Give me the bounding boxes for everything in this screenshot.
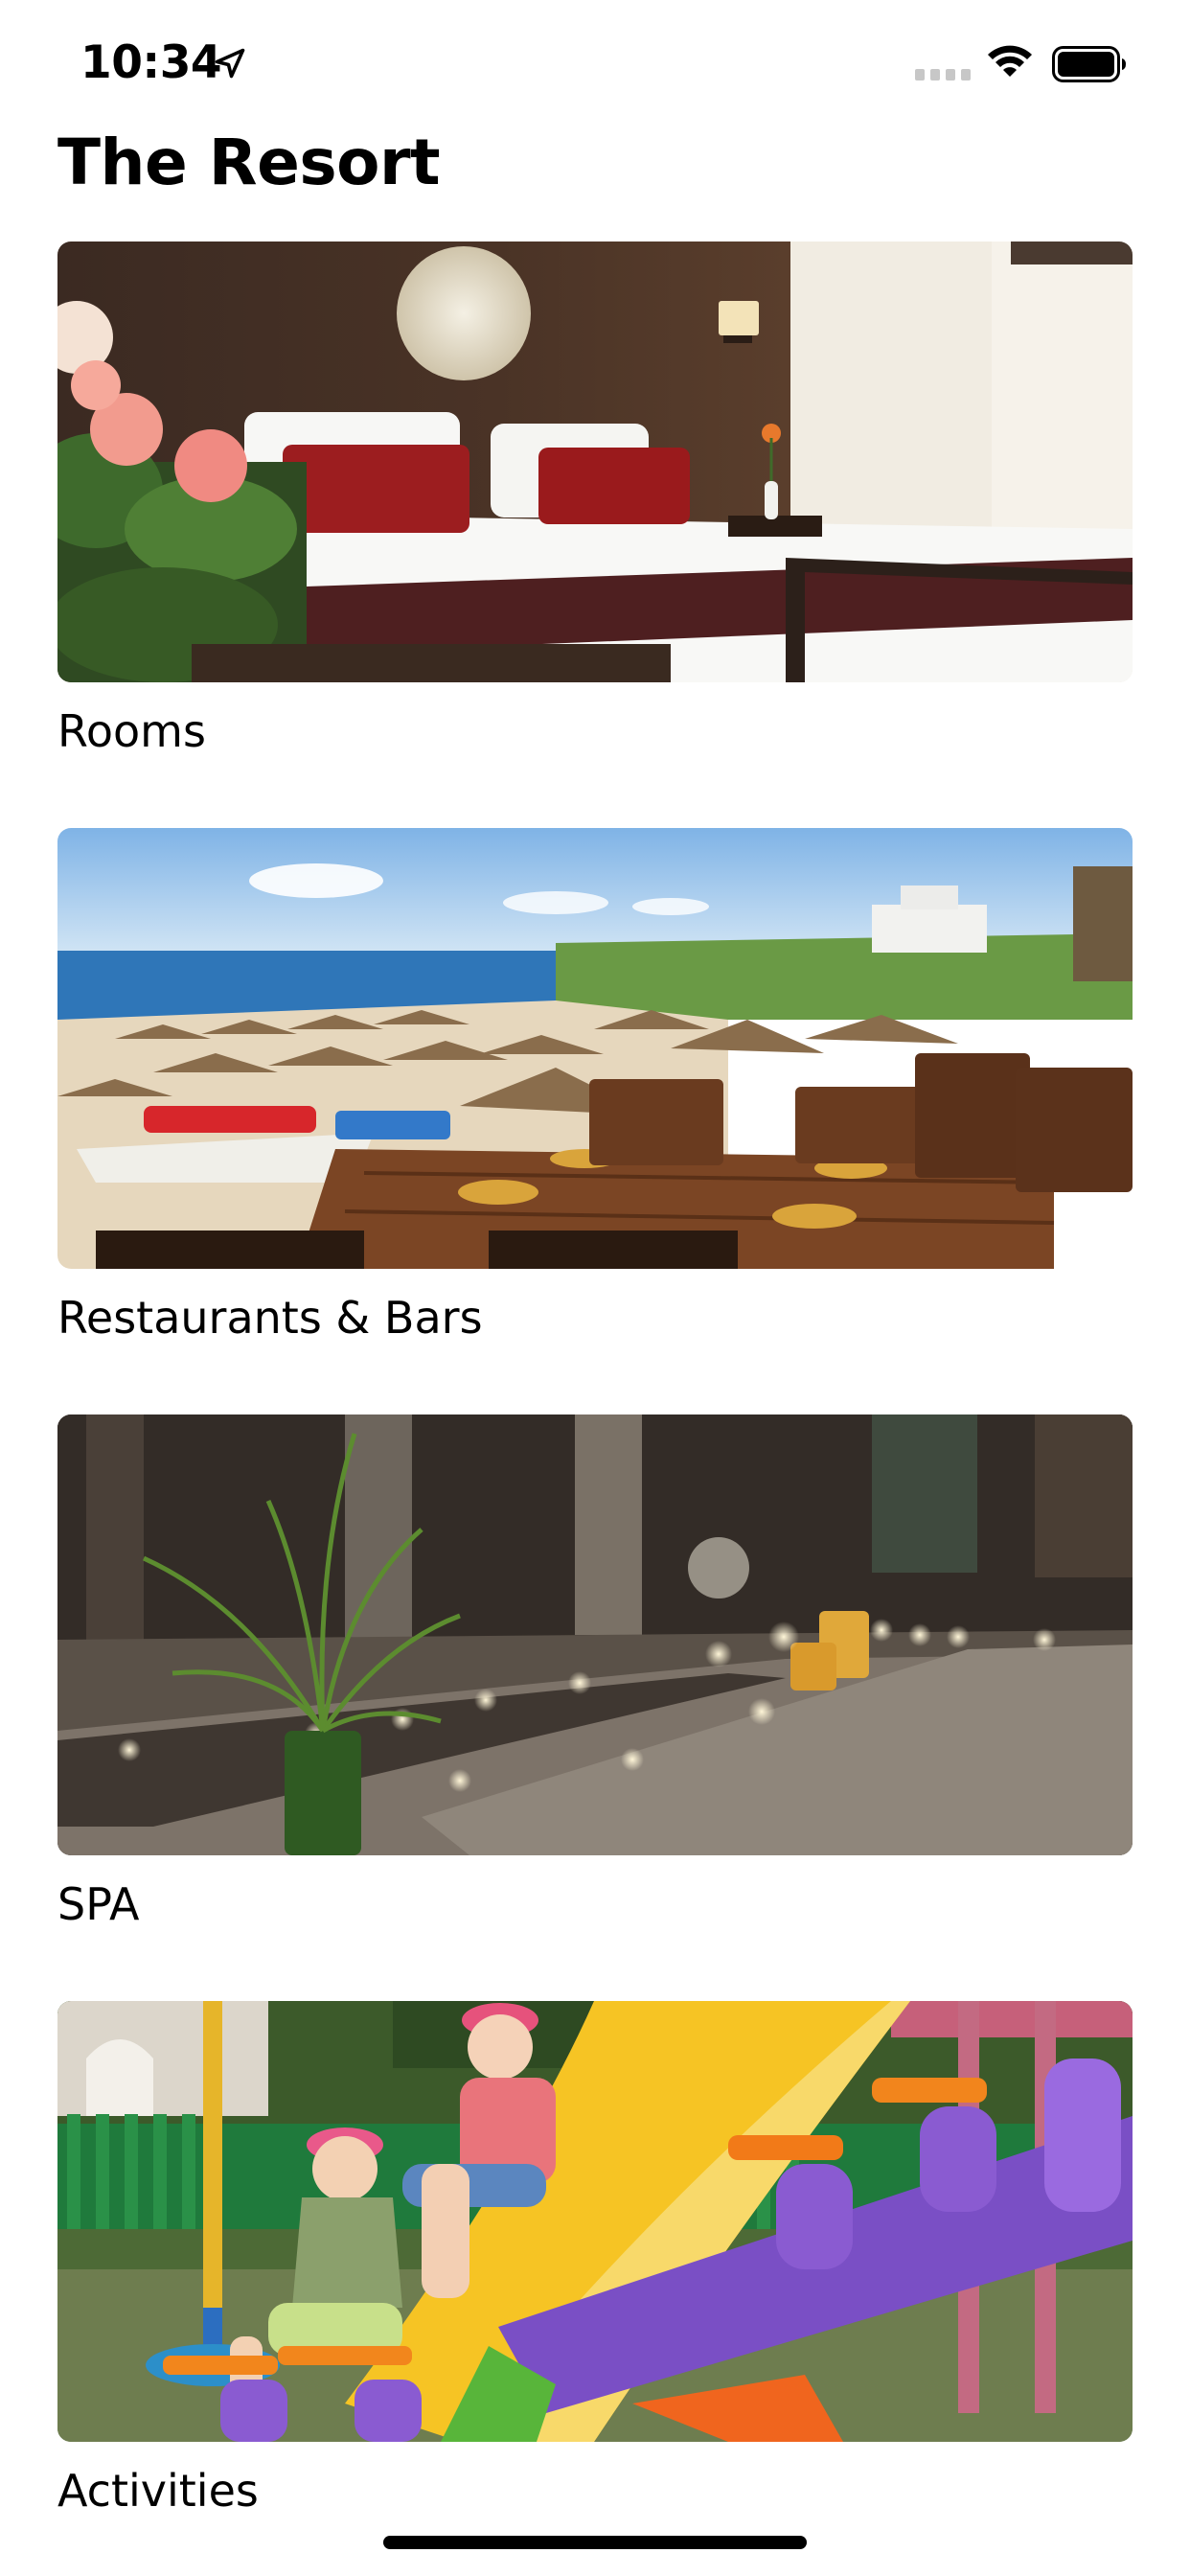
card-activities[interactable]: Activities xyxy=(57,2001,1133,2518)
restaurants-image[interactable] xyxy=(57,828,1133,1269)
spa-image[interactable] xyxy=(57,1414,1133,1855)
activities-image[interactable] xyxy=(57,2001,1133,2442)
cellular-signal-icon xyxy=(915,69,971,80)
card-rooms[interactable]: Rooms xyxy=(57,242,1133,759)
status-time: 10:34 xyxy=(80,36,222,89)
page-title: The Resort xyxy=(57,126,441,199)
battery-icon xyxy=(1052,46,1126,82)
card-label: Activities xyxy=(57,2465,259,2517)
card-restaurants-bars[interactable]: Restaurants & Bars xyxy=(57,828,1133,1346)
card-spa[interactable]: SPA xyxy=(57,1414,1133,1932)
wifi-icon xyxy=(988,45,1032,77)
status-bar: 10:34 xyxy=(0,0,1190,126)
card-label: SPA xyxy=(57,1878,140,1930)
location-arrow-icon xyxy=(215,48,245,79)
card-label: Rooms xyxy=(57,705,206,757)
card-label: Restaurants & Bars xyxy=(57,1292,483,1344)
rooms-image[interactable] xyxy=(57,242,1133,682)
home-indicator[interactable] xyxy=(383,2536,807,2549)
